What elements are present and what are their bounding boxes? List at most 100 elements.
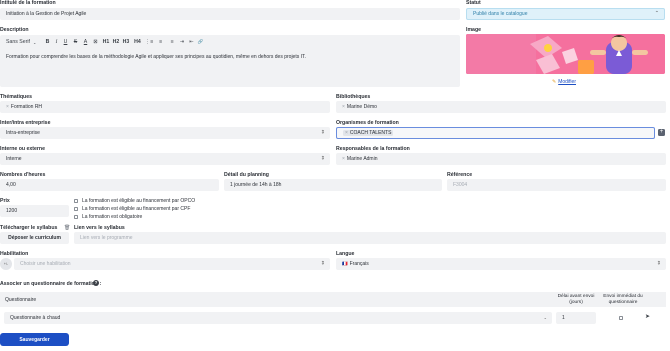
- questionnaire-section-label: Associer un questionnaire de formation :: [0, 281, 102, 287]
- responsable-tag-label: Marine Admin: [346, 156, 378, 162]
- habilitation-select[interactable]: Choisir une habilitation ⇕: [14, 258, 330, 270]
- heading-1-icon[interactable]: H1: [101, 39, 111, 45]
- upload-curriculum-button[interactable]: Déposer le curriculum: [0, 232, 69, 244]
- interne-externe-select[interactable]: Interne ⇕: [0, 153, 330, 165]
- font-select[interactable]: Sans Serif ⌄: [6, 39, 43, 45]
- chevron-updown-icon: ⇕: [320, 260, 325, 267]
- bibliotheque-tag: × Marine Démo: [342, 104, 377, 110]
- bibliotheques-input[interactable]: × Marine Démo: [336, 101, 666, 113]
- habilitation-placeholder: Choisir une habilitation: [20, 261, 71, 267]
- italic-icon[interactable]: I: [52, 39, 61, 45]
- inter-intra-value: Intra-entreprise: [6, 130, 40, 136]
- image-label: Image: [466, 27, 481, 33]
- col-delai-header: Délai avant envoi (jours): [557, 294, 595, 305]
- responsables-label: Responsables de la formation: [336, 146, 410, 152]
- langue-select[interactable]: 🇫🇷 Français ⇕: [336, 258, 666, 270]
- ordered-list-icon[interactable]: ⋮≡: [144, 39, 154, 45]
- responsable-tag: × Marine Admin: [342, 156, 378, 162]
- description-text[interactable]: Formation pour comprendre les bases de l…: [6, 54, 306, 60]
- heading-2-icon[interactable]: H2: [111, 39, 121, 45]
- habilitation-label: Habilitation: [0, 251, 29, 257]
- trash-icon[interactable]: 🗑: [64, 225, 70, 231]
- save-button[interactable]: Sauvegarder: [0, 333, 69, 346]
- bibliotheque-tag-label: Marine Démo: [346, 104, 377, 110]
- questionnaire-select[interactable]: Questionnaire à chaud ⌄: [4, 312, 552, 324]
- thematiques-label: Thématiques: [0, 94, 32, 100]
- underline-icon[interactable]: U: [61, 39, 70, 45]
- remove-tag-icon[interactable]: ×: [342, 104, 345, 110]
- chevron-down-icon: ⌄: [543, 315, 547, 320]
- thematique-tag-label: Formation RH: [10, 104, 43, 110]
- syllabus-link-label: Lien vers le syllabus: [74, 225, 125, 231]
- syllabus-label: Télécharger le syllabus: [0, 225, 58, 231]
- organismes-label: Organismes de formation: [336, 120, 399, 126]
- font-select-value: Sans Serif: [6, 39, 30, 45]
- strikethrough-icon[interactable]: S: [70, 39, 81, 45]
- cpf-checkbox-label: La formation est éligible au financement…: [82, 206, 191, 212]
- bibliotheques-label: Bibliothèques: [336, 94, 371, 100]
- questionnaire-value: Questionnaire à chaud: [10, 315, 61, 321]
- thematique-tag: × Formation RH: [6, 104, 42, 110]
- indent-icon[interactable]: ⇥: [177, 39, 187, 45]
- inter-intra-select[interactable]: Intra-entreprise ⇕: [0, 127, 330, 139]
- col-envoi-header: Envoi immédiat du questionnaire: [603, 294, 643, 305]
- planning-input[interactable]: 1 journée de 14h à 18h: [224, 179, 442, 191]
- modify-image-link[interactable]: ✎ Modifier: [552, 79, 576, 85]
- delai-input[interactable]: 1: [556, 312, 596, 324]
- chevron-down-icon: ⌄: [32, 39, 37, 45]
- heading-3-icon[interactable]: H3: [121, 39, 131, 45]
- cpf-checkbox-row[interactable]: La formation est éligible au financement…: [74, 206, 190, 212]
- description-editor[interactable]: Sans Serif ⌄ B I U S A ⊠ H1 H2 H3 H4 ⋮≡ …: [0, 35, 460, 87]
- habilitation-toggle[interactable]: +/-: [0, 258, 12, 270]
- reference-input[interactable]: F3004: [447, 179, 666, 191]
- langue-value: Français: [349, 261, 369, 267]
- send-icon[interactable]: ➤: [645, 313, 650, 320]
- link-icon[interactable]: 🔗: [196, 39, 205, 45]
- prix-label: Prix: [0, 198, 10, 204]
- organismes-input[interactable]: × COACH TALENTS: [336, 127, 655, 139]
- remove-tag-icon[interactable]: ×: [342, 156, 345, 162]
- title-input[interactable]: Initiation à la Gestion de Projet Agile: [0, 8, 460, 20]
- heures-input[interactable]: 4,00: [0, 179, 219, 191]
- remove-tag-icon[interactable]: ×: [6, 104, 9, 110]
- remove-tag-icon[interactable]: ×: [345, 130, 348, 136]
- syllabus-link-input[interactable]: Lien vers le programme: [74, 232, 666, 244]
- thematiques-input[interactable]: × Formation RH: [0, 101, 330, 113]
- text-color-icon[interactable]: A: [81, 39, 90, 45]
- pencil-icon: ✎: [552, 79, 557, 85]
- obligatoire-checkbox[interactable]: [74, 215, 78, 219]
- chevron-updown-icon: ⇕: [320, 129, 325, 136]
- interne-externe-value: Interne: [6, 156, 22, 162]
- bold-icon[interactable]: B: [43, 39, 52, 45]
- highlight-icon[interactable]: ⊠: [90, 39, 101, 45]
- langue-label: Langue: [336, 251, 355, 257]
- envoi-immediat-checkbox[interactable]: [619, 316, 623, 320]
- opco-checkbox-label: La formation est éligible au financement…: [82, 198, 196, 204]
- chevron-down-icon: ⌃: [654, 10, 659, 17]
- prix-input[interactable]: 1200: [0, 205, 69, 217]
- bullet-list-icon[interactable]: ≡: [154, 39, 167, 45]
- add-organisme-button[interactable]: +: [658, 129, 665, 136]
- inter-intra-label: Inter/intra entreprise: [0, 120, 51, 126]
- help-icon[interactable]: ?: [93, 280, 99, 286]
- chevron-updown-icon: ⇕: [320, 155, 325, 162]
- reference-label: Référence: [447, 172, 473, 178]
- heading-4-icon[interactable]: H4: [131, 39, 144, 45]
- col-questionnaire-header: Questionnaire: [5, 297, 37, 303]
- description-label: Description: [0, 27, 29, 33]
- outdent-icon[interactable]: ⇤: [187, 39, 196, 45]
- opco-checkbox[interactable]: [74, 199, 78, 203]
- status-value: Publié dans le catalogue: [473, 11, 528, 17]
- cpf-checkbox[interactable]: [74, 207, 78, 211]
- organisme-tag: × COACH TALENTS: [343, 130, 394, 136]
- obligatoire-checkbox-label: La formation est obligatoire: [82, 214, 143, 220]
- align-icon[interactable]: ≡: [167, 39, 177, 45]
- title-label: Intitulé de la formation: [0, 0, 56, 6]
- opco-checkbox-row[interactable]: La formation est éligible au financement…: [74, 198, 195, 204]
- heures-label: Nombres d'heures: [0, 172, 46, 178]
- chevron-updown-icon: ⇕: [656, 260, 661, 267]
- obligatoire-checkbox-row[interactable]: La formation est obligatoire: [74, 214, 142, 220]
- organisme-tag-label: COACH TALENTS: [349, 130, 392, 136]
- status-select[interactable]: Publié dans le catalogue ⌃: [466, 8, 665, 20]
- responsables-input[interactable]: × Marine Admin: [336, 153, 666, 165]
